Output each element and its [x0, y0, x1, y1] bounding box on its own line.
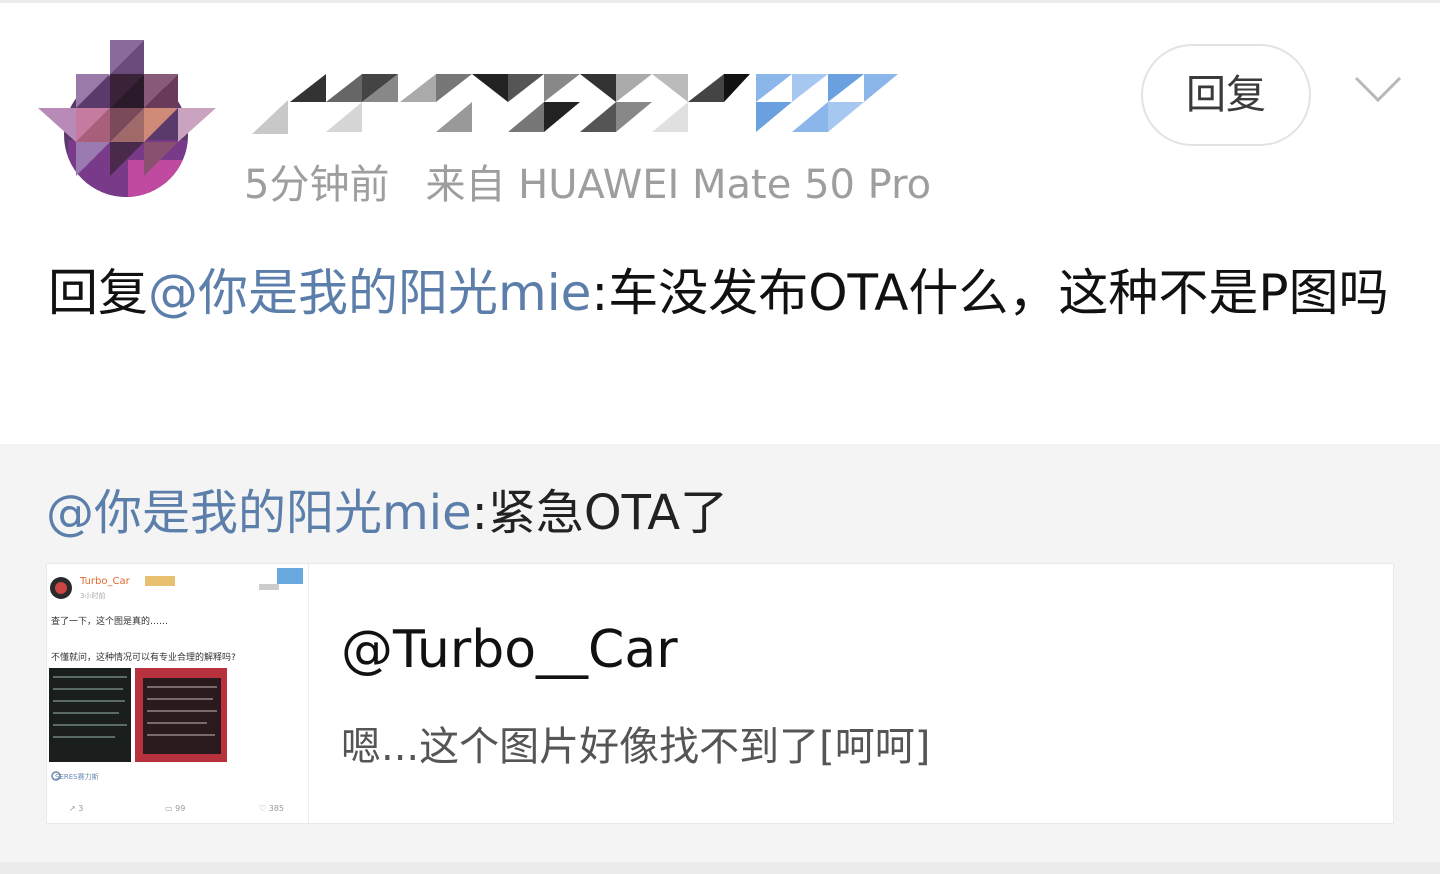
comment-text: 回复@你是我的阳光mie:车没发布OTA什么，这种不是P图吗 [48, 250, 1408, 336]
card-description: 嗯...这个图片好像找不到了[呵呵] [341, 724, 931, 770]
post-meta: 5分钟前 来自 HUAWEI Mate 50 Pro [244, 160, 931, 210]
thumb-username: Turbo_Car [80, 576, 130, 587]
bottom-divider [0, 862, 1440, 874]
card-title: @Turbo__Car [341, 620, 678, 680]
username-censored[interactable] [250, 72, 900, 142]
thumb-text-line: 不懂就问，这种情况可以有专业合理的解释吗? [51, 653, 236, 663]
screenshot-thumbnail: Turbo_Car 3小时前 查了一下，这个图是真的…… 不懂就问，这种情况可以… [47, 564, 309, 823]
post-source: 来自 HUAWEI Mate 50 Pro [425, 162, 932, 208]
thumb-time: 3小时前 [80, 592, 106, 600]
quoted-text: @你是我的阳光mie:紧急OTA了 [46, 478, 728, 548]
thumb-repost-count: ↗ 3 [69, 804, 84, 813]
thumb-comment-count: ▭ 99 [165, 804, 186, 813]
thumb-topic-tag: SERES赛力斯 [55, 773, 99, 781]
thumb-text-line: 查了一下，这个图是真的…… [51, 617, 169, 627]
post-time: 5分钟前 [244, 162, 390, 208]
avatar[interactable] [38, 40, 216, 200]
top-divider [0, 0, 1440, 3]
quoted-body: :紧急OTA了 [471, 485, 729, 541]
thumb-like-count: ♡ 385 [259, 804, 284, 813]
chevron-down-icon[interactable] [1352, 68, 1404, 112]
linked-post-card[interactable]: Turbo_Car 3小时前 查了一下，这个图是真的…… 不懂就问，这种情况可以… [46, 563, 1394, 824]
quoted-mention-link[interactable]: @你是我的阳光mie [46, 485, 472, 541]
reply-button[interactable]: 回复 [1141, 44, 1311, 146]
comment-body: :车没发布OTA什么，这种不是P图吗 [591, 264, 1389, 322]
reply-prefix: 回复 [48, 264, 148, 322]
mention-link[interactable]: @你是我的阳光mie [148, 264, 591, 322]
